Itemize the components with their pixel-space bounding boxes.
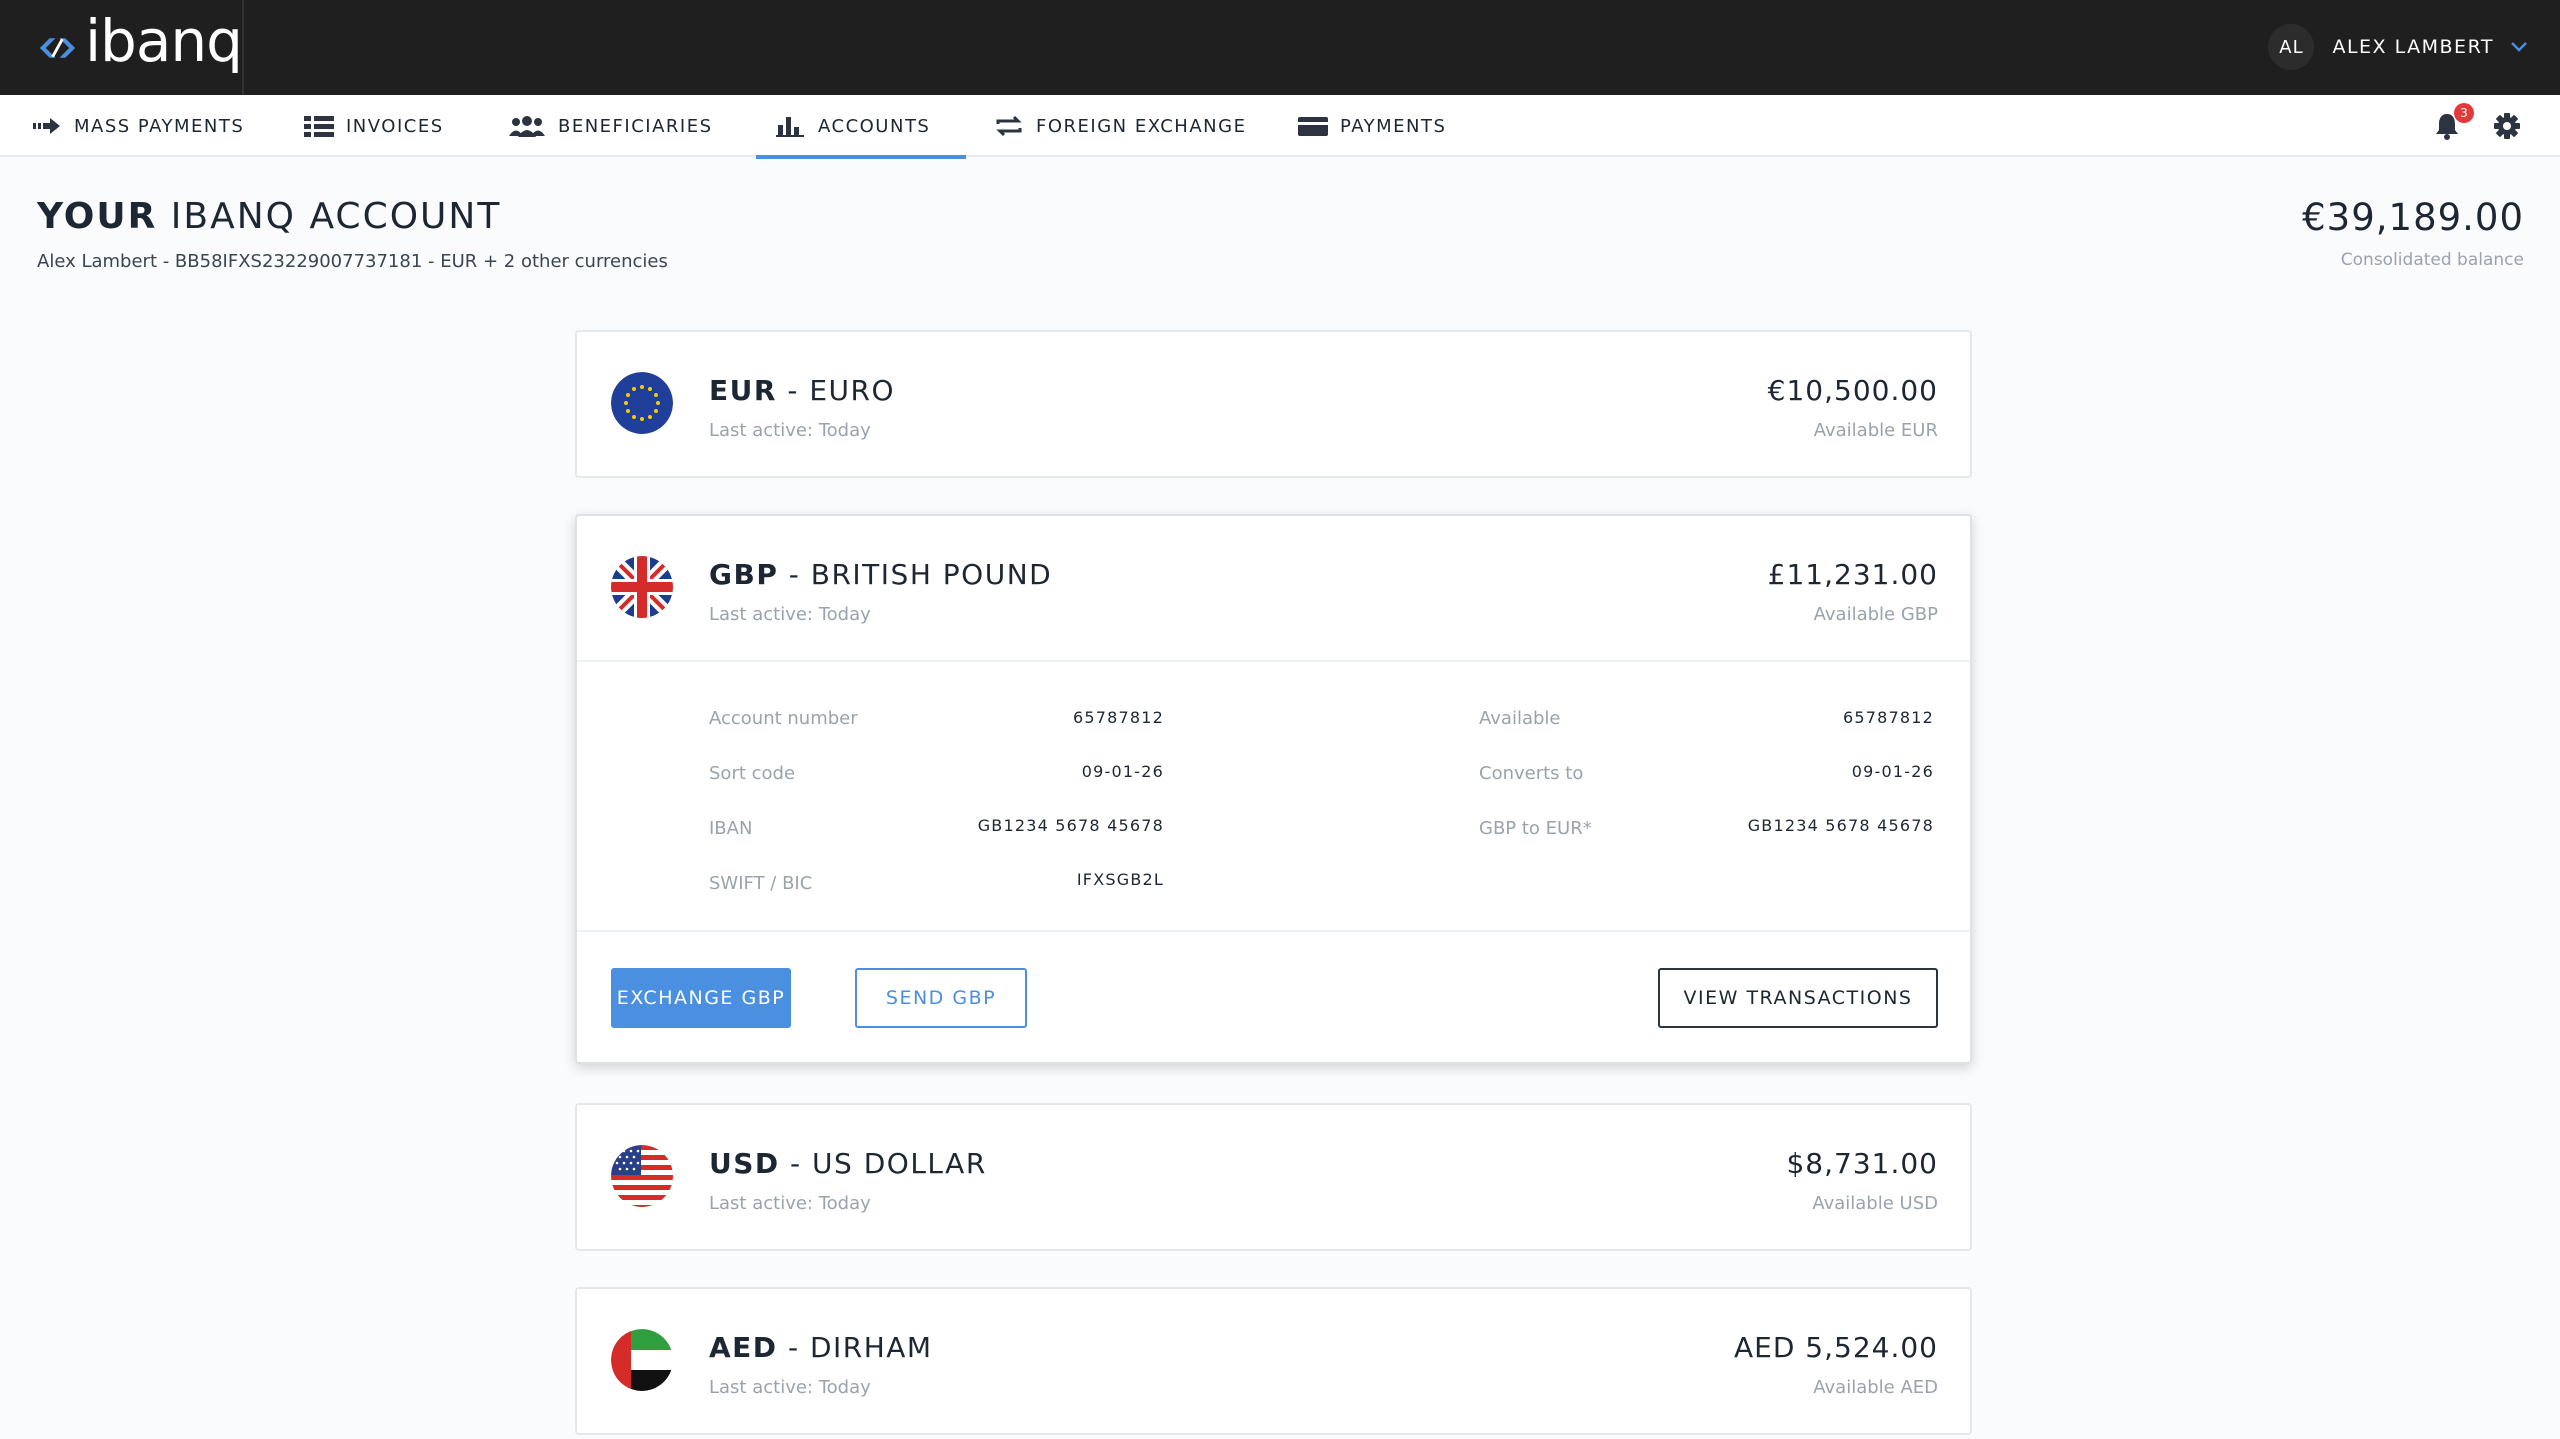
- detail-label-converts-to: Converts to: [1479, 763, 1584, 784]
- available-label: Available USD: [1812, 1193, 1938, 1214]
- chevron-down-icon: [2511, 42, 2527, 52]
- currency-name: USD - US DOLLAR: [709, 1147, 987, 1180]
- nav-item-beneficiaries[interactable]: BENEFICIARIES: [508, 95, 713, 157]
- page-title-strong: YOUR: [37, 196, 158, 237]
- consolidated-balance-label: Consolidated balance: [2340, 250, 2524, 270]
- logo[interactable]: ibanq: [0, 0, 244, 95]
- detail-label-sort-code: Sort code: [709, 763, 796, 784]
- last-active: Last active: Today: [709, 604, 871, 625]
- logo-mark-icon: [39, 37, 76, 58]
- currency-name: GBP - BRITISH POUND: [709, 558, 1052, 591]
- nav-item-foreign-exchange[interactable]: FOREIGN EXCHANGE: [994, 95, 1246, 157]
- page-title-rest: IBANQ ACCOUNT: [157, 196, 502, 237]
- main-nav: MASS PAYMENTS INVOICES BENEFICIARIES ACC…: [0, 95, 2560, 159]
- detail-value-rate: GB1234 5678 45678: [1747, 816, 1934, 835]
- account-card-header[interactable]: USD - US DOLLAR Last active: Today $8,73…: [577, 1105, 1970, 1249]
- currency-name: EUR - EURO: [709, 374, 895, 407]
- last-active: Last active: Today: [709, 1377, 871, 1398]
- avatar: AL: [2268, 24, 2315, 70]
- nav-label: PAYMENTS: [1340, 115, 1447, 137]
- top-bar: ibanq AL ALEX LAMBERT: [0, 0, 2560, 95]
- currency-label: - BRITISH POUND: [778, 558, 1053, 591]
- us-flag-icon: [611, 1145, 673, 1207]
- detail-value-sort-code[interactable]: 09-01-26: [1082, 762, 1164, 781]
- send-gbp-button[interactable]: SEND GBP: [855, 968, 1027, 1028]
- logo-text: ibanq: [84, 6, 243, 75]
- uae-flag-icon: [611, 1329, 673, 1391]
- tab-accounts[interactable]: ACCOUNTS: [755, 95, 967, 159]
- currency-label: - EURO: [776, 374, 896, 407]
- nav-item-mass-payments[interactable]: MASS PAYMENTS: [32, 95, 244, 157]
- account-card-aed[interactable]: AED - DIRHAM Last active: Today AED 5,52…: [575, 1287, 1972, 1435]
- detail-value-account-number[interactable]: 65787812: [1073, 708, 1164, 727]
- gear-icon[interactable]: [2494, 113, 2520, 139]
- detail-value-available: 65787812: [1842, 708, 1934, 727]
- account-card-header[interactable]: AED - DIRHAM Last active: Today AED 5,52…: [577, 1289, 1970, 1433]
- currency-label: - DIRHAM: [777, 1331, 933, 1364]
- account-card-gbp[interactable]: GBP - BRITISH POUND Last active: Today £…: [575, 514, 1972, 1064]
- beneficiaries-icon: [509, 116, 545, 137]
- detail-label-rate: GBP to EUR*: [1479, 818, 1592, 839]
- available-label: Available EUR: [1813, 420, 1938, 441]
- currency-name: AED - DIRHAM: [709, 1331, 933, 1364]
- last-active: Last active: Today: [709, 420, 871, 441]
- account-amount: €10,500.00: [1767, 374, 1938, 407]
- nav-label: INVOICES: [346, 115, 444, 137]
- account-card-header[interactable]: EUR - EURO Last active: Today €10,500.00…: [577, 332, 1970, 476]
- mass-payments-icon: [33, 118, 60, 134]
- nav-label: FOREIGN EXCHANGE: [1036, 115, 1247, 137]
- available-label: Available AED: [1813, 1377, 1938, 1398]
- detail-label-available: Available: [1479, 708, 1561, 729]
- notification-badge: 3: [2454, 103, 2474, 123]
- detail-value-iban[interactable]: GB1234 5678 45678: [978, 816, 1164, 835]
- nav-item-invoices[interactable]: INVOICES: [304, 95, 444, 157]
- account-card-eur[interactable]: EUR - EURO Last active: Today €10,500.00…: [575, 330, 1972, 478]
- notifications-button[interactable]: 3: [2432, 103, 2474, 141]
- available-label: Available GBP: [1813, 604, 1938, 625]
- view-transactions-button[interactable]: VIEW TRANSACTIONS: [1658, 968, 1938, 1028]
- account-amount: $8,731.00: [1786, 1147, 1938, 1180]
- nav-label: BENEFICIARIES: [558, 115, 713, 137]
- account-amount: £11,231.00: [1767, 558, 1938, 591]
- exchange-gbp-button[interactable]: EXCHANGE GBP: [611, 968, 791, 1028]
- user-menu[interactable]: AL ALEX LAMBERT: [2268, 22, 2528, 72]
- currency-code: EUR: [709, 374, 777, 407]
- nav-utility-icons: 3: [2432, 95, 2520, 157]
- detail-value-swift[interactable]: IFXSGB2L: [1077, 870, 1164, 889]
- account-subtitle: Alex Lambert - BB58IFXS23229007737181 - …: [37, 251, 668, 272]
- uk-flag-icon: [611, 556, 673, 618]
- currency-code: USD: [709, 1147, 780, 1180]
- account-card-usd[interactable]: USD - US DOLLAR Last active: Today $8,73…: [575, 1103, 1972, 1251]
- detail-label-account-number: Account number: [709, 708, 858, 729]
- last-active: Last active: Today: [709, 1193, 871, 1214]
- consolidated-balance: €39,189.00: [2302, 196, 2524, 239]
- foreign-exchange-icon: [996, 115, 1022, 137]
- invoices-icon: [304, 116, 334, 137]
- nav-label: MASS PAYMENTS: [74, 115, 245, 137]
- nav-item-payments[interactable]: PAYMENTS: [1298, 95, 1446, 157]
- eu-flag-icon: [611, 372, 673, 434]
- account-amount: AED 5,524.00: [1734, 1331, 1938, 1364]
- currency-code: AED: [709, 1331, 778, 1364]
- detail-label-swift: SWIFT / BIC: [709, 873, 813, 894]
- account-actions: EXCHANGE GBP SEND GBP VIEW TRANSACTIONS: [577, 932, 1970, 1062]
- account-card-header[interactable]: GBP - BRITISH POUND Last active: Today £…: [577, 516, 1970, 660]
- detail-label-iban: IBAN: [709, 818, 753, 839]
- currency-label: - US DOLLAR: [779, 1147, 987, 1180]
- accounts-icon: [776, 117, 804, 137]
- user-name: ALEX LAMBERT: [2332, 36, 2494, 58]
- page-title: YOUR IBANQ ACCOUNT: [37, 196, 501, 237]
- payments-icon: [1298, 117, 1328, 136]
- nav-label: ACCOUNTS: [818, 115, 931, 137]
- detail-value-converts-to: 09-01-26: [1851, 762, 1934, 781]
- currency-code: GBP: [709, 558, 779, 591]
- account-details: Account number 65787812 Sort code 09-01-…: [577, 660, 1970, 932]
